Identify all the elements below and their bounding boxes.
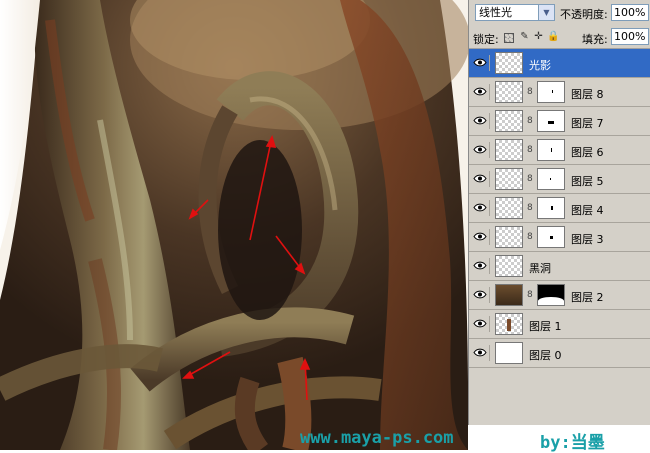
- eye-icon[interactable]: [471, 84, 490, 100]
- eye-icon[interactable]: [471, 171, 490, 187]
- chain-link-icon[interactable]: 8: [527, 116, 533, 127]
- layer-row[interactable]: 8 图层 6: [469, 136, 650, 165]
- layer-row[interactable]: 图层 0: [469, 339, 650, 368]
- eye-icon[interactable]: [471, 345, 490, 361]
- watermark-url: www.maya-ps.com: [300, 428, 454, 448]
- chain-link-icon[interactable]: 8: [527, 203, 533, 214]
- layer-thumbnail: [495, 284, 523, 306]
- blend-opacity-row: 线性光 ▼ 不透明度: 100%: [469, 0, 650, 26]
- eye-icon[interactable]: [471, 113, 490, 129]
- layers-list: 光影 8 图层 8 8 图层 7 8 图层 6 8 图层 5 8 图层 4 8 …: [469, 49, 650, 368]
- layer-name: 图层 7: [571, 117, 604, 130]
- fill-input[interactable]: 100%: [611, 28, 649, 45]
- layer-name: 图层 8: [571, 88, 604, 101]
- layer-row[interactable]: 黑洞: [469, 252, 650, 281]
- eye-icon[interactable]: [471, 258, 490, 274]
- layer-name: 图层 1: [529, 320, 562, 333]
- opacity-label: 不透明度:: [560, 8, 608, 21]
- layers-panel: 线性光 ▼ 不透明度: 100% 锁定: ✎ ✛ 🔒 填充: 100% 光影 8…: [468, 0, 650, 425]
- chain-link-icon[interactable]: 8: [527, 232, 533, 243]
- move-lock-icon[interactable]: ✛: [533, 31, 544, 42]
- layer-row[interactable]: 8 图层 2: [469, 281, 650, 310]
- chain-link-icon[interactable]: 8: [527, 87, 533, 98]
- layer-thumbnail: [495, 110, 523, 132]
- layer-thumbnail: [495, 52, 523, 74]
- eye-icon[interactable]: [471, 142, 490, 158]
- watermark-bar: www.maya-ps.com by:当墨: [0, 425, 650, 453]
- lock-label: 锁定:: [473, 33, 499, 46]
- layer-mask-thumbnail[interactable]: [537, 197, 565, 219]
- layer-name: 光影: [529, 59, 551, 72]
- eye-icon[interactable]: [471, 229, 490, 245]
- checkerboard-lock-icon[interactable]: [504, 33, 514, 43]
- chain-link-icon[interactable]: 8: [527, 174, 533, 185]
- document-canvas[interactable]: [0, 0, 468, 450]
- layer-name: 黑洞: [529, 262, 551, 275]
- layer-thumbnail: [495, 226, 523, 248]
- chain-link-icon[interactable]: 8: [527, 290, 533, 301]
- eye-icon[interactable]: [471, 55, 490, 71]
- chain-link-icon[interactable]: 8: [527, 145, 533, 156]
- opacity-input[interactable]: 100%: [611, 4, 649, 21]
- layer-name: 图层 5: [571, 175, 604, 188]
- layer-row[interactable]: 8 图层 4: [469, 194, 650, 223]
- layer-name: 图层 6: [571, 146, 604, 159]
- blend-mode-select[interactable]: 线性光 ▼: [475, 4, 555, 21]
- layer-thumbnail: [495, 197, 523, 219]
- layer-row[interactable]: 8 图层 5: [469, 165, 650, 194]
- layer-thumbnail: [495, 255, 523, 277]
- layer-row[interactable]: 8 图层 3: [469, 223, 650, 252]
- eye-icon[interactable]: [471, 287, 490, 303]
- watermark-author: by:当墨: [540, 433, 605, 453]
- chevron-down-icon[interactable]: ▼: [538, 5, 554, 20]
- eye-icon[interactable]: [471, 200, 490, 216]
- layer-thumbnail: [495, 139, 523, 161]
- layer-row[interactable]: 8 图层 7: [469, 107, 650, 136]
- lock-fill-row: 锁定: ✎ ✛ 🔒 填充: 100%: [469, 26, 650, 49]
- layer-mask-thumbnail[interactable]: [537, 110, 565, 132]
- layer-name: 图层 3: [571, 233, 604, 246]
- layer-name: 图层 4: [571, 204, 604, 217]
- layer-name: 图层 0: [529, 349, 562, 362]
- eye-icon[interactable]: [471, 316, 490, 332]
- layer-mask-thumbnail[interactable]: [537, 81, 565, 103]
- layer-mask-thumbnail[interactable]: [537, 226, 565, 248]
- brush-lock-icon[interactable]: ✎: [519, 31, 530, 42]
- layer-name: 图层 2: [571, 291, 604, 304]
- layer-mask-thumbnail[interactable]: [537, 168, 565, 190]
- padlock-icon[interactable]: 🔒: [547, 31, 559, 42]
- tree-trunk-artwork: [0, 0, 468, 450]
- layer-row[interactable]: 8 图层 8: [469, 78, 650, 107]
- layer-row[interactable]: 光影: [469, 49, 650, 78]
- blend-mode-value: 线性光: [479, 6, 512, 19]
- layer-mask-thumbnail[interactable]: [537, 139, 565, 161]
- layer-thumbnail: [495, 168, 523, 190]
- layer-thumbnail: [495, 81, 523, 103]
- layer-thumbnail: [495, 342, 523, 364]
- layer-row[interactable]: 图层 1: [469, 310, 650, 339]
- layer-thumbnail: [495, 313, 523, 335]
- fill-label: 填充:: [582, 33, 608, 46]
- layer-mask-thumbnail[interactable]: [537, 284, 565, 306]
